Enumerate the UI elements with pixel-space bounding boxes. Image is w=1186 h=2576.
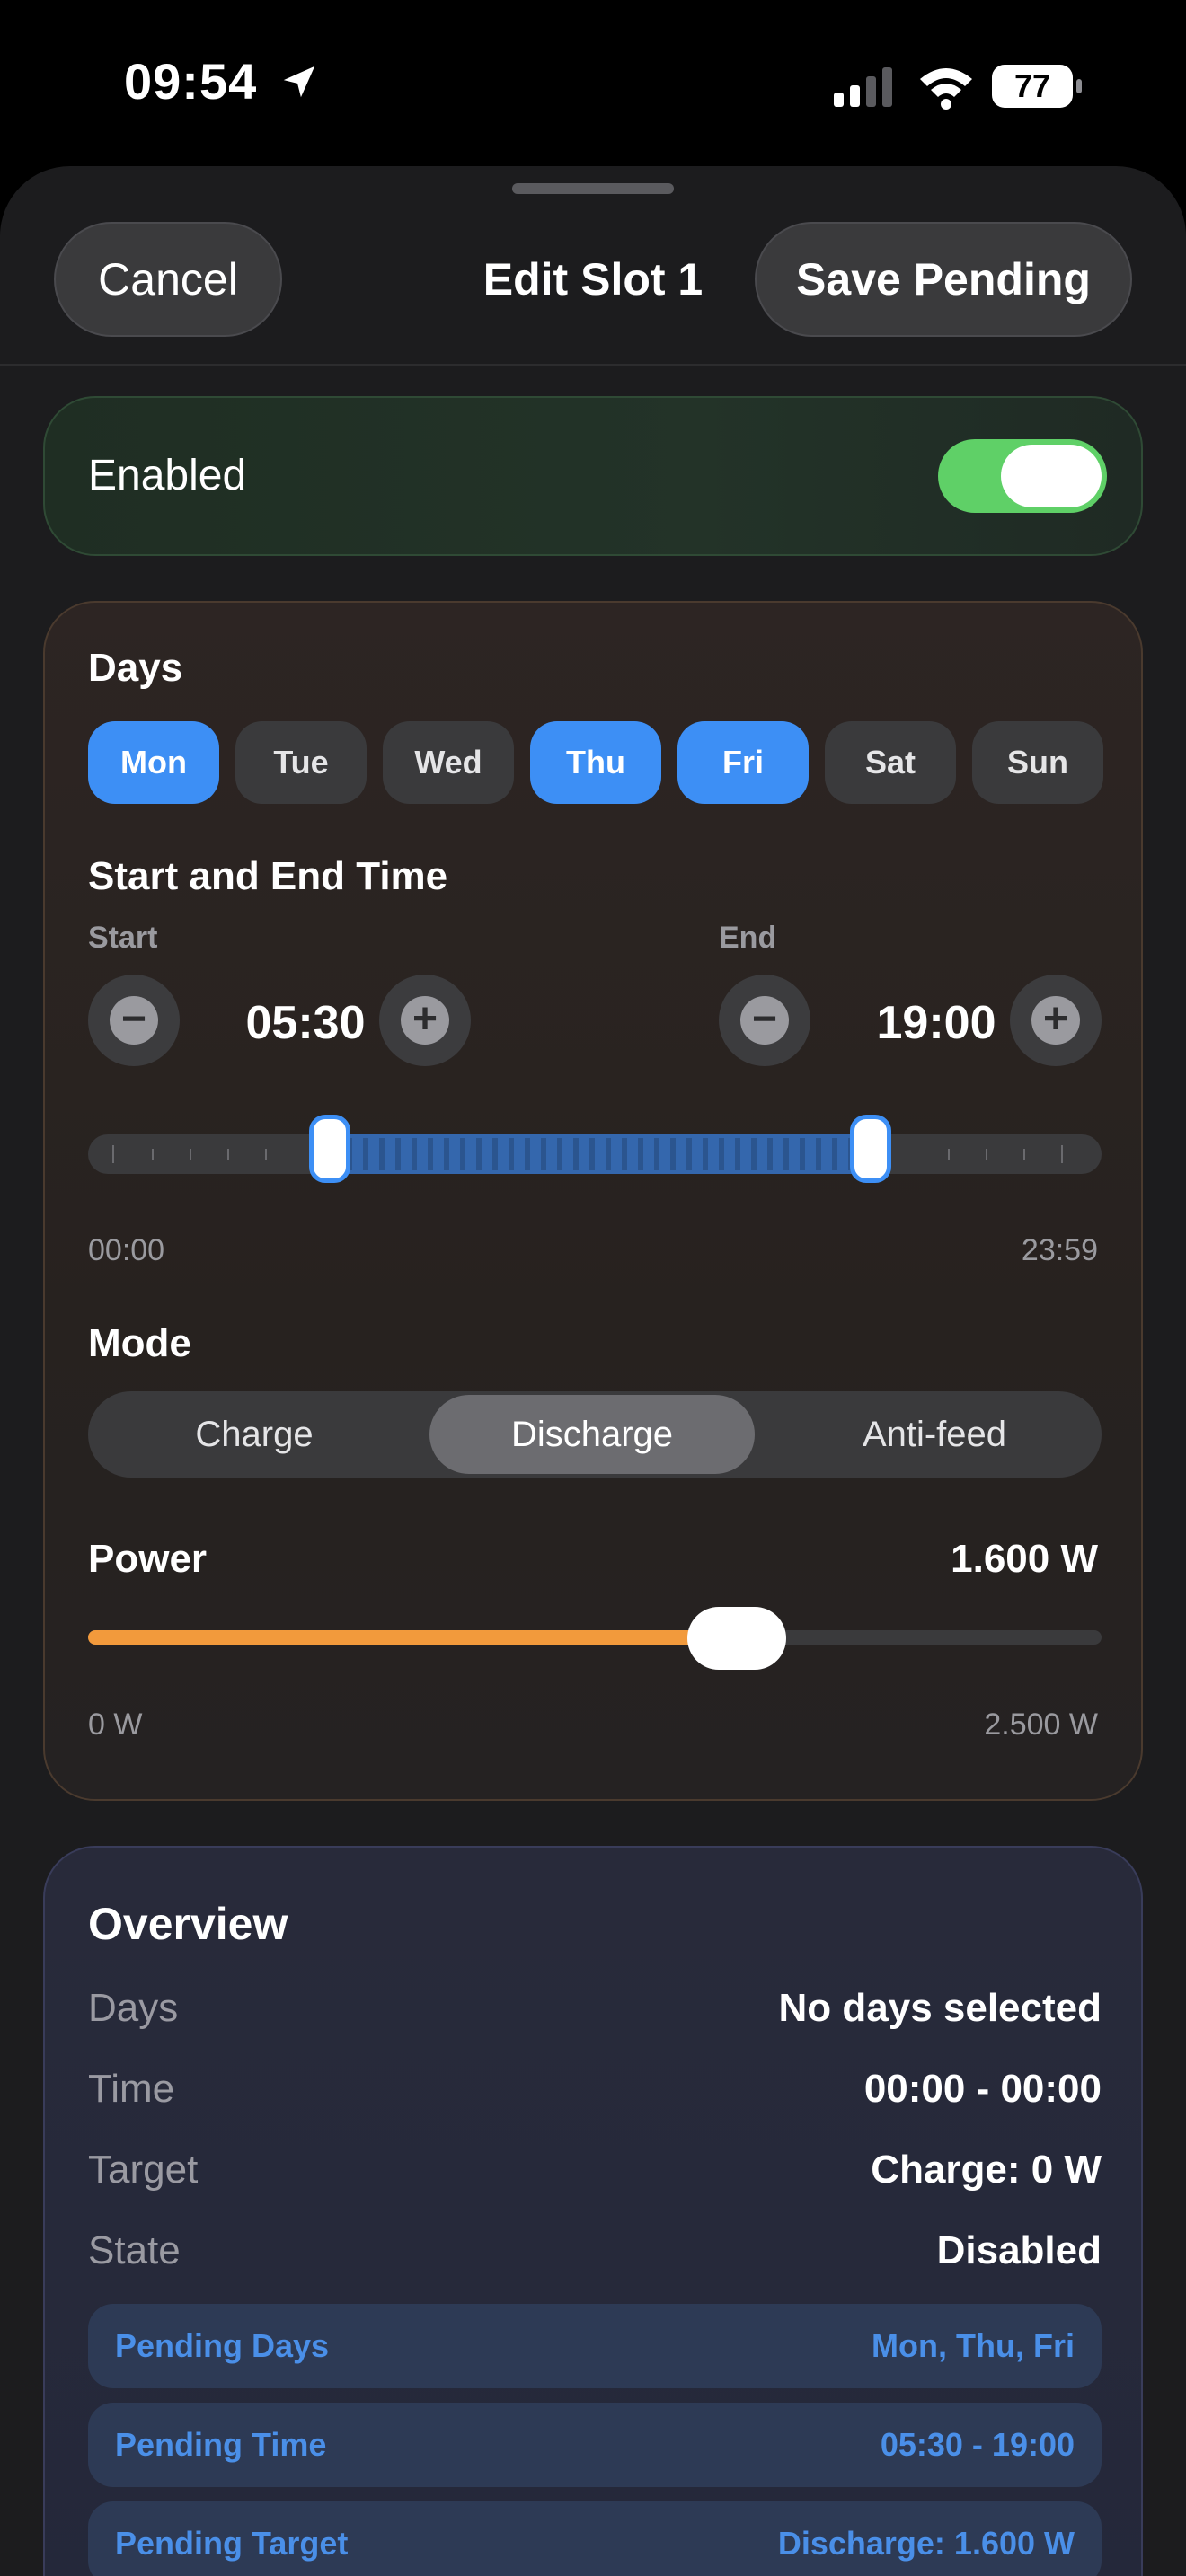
plus-icon: + [1031, 996, 1080, 1045]
day-chip-mon[interactable]: Mon [88, 721, 219, 804]
overview-row-target: Target Charge: 0 W [88, 2148, 1102, 2210]
location-arrow-icon [283, 66, 315, 98]
overview-row-days: Days No days selected [88, 1986, 1102, 2049]
time-range-fill-stripes [314, 1134, 859, 1174]
power-max-label: 2.500 W [984, 1707, 1098, 1742]
power-section-label: Power [88, 1537, 208, 1581]
status-bar: 09:54 77 [0, 0, 1186, 166]
pending-row-target: Pending Target Discharge: 1.600 W [88, 2501, 1102, 2576]
day-chip-sat[interactable]: Sat [825, 721, 956, 804]
day-chip-thu[interactable]: Thu [530, 721, 661, 804]
mode-segmented-control: Charge Discharge Anti-feed [88, 1391, 1102, 1478]
battery-indicator: 77 [992, 65, 1082, 110]
overview-row-time: Time 00:00 - 00:00 [88, 2067, 1102, 2130]
day-chip-wed[interactable]: Wed [383, 721, 514, 804]
minus-icon: − [110, 996, 158, 1045]
power-slider-knob[interactable] [686, 1607, 786, 1670]
overview-title: Overview [88, 1899, 288, 1949]
day-chip-tue[interactable]: Tue [235, 721, 367, 804]
wifi-icon [920, 68, 972, 110]
pending-value: 05:30 - 19:00 [880, 2426, 1075, 2463]
pending-row-days: Pending Days Mon, Thu, Fri [88, 2304, 1102, 2388]
overview-key: Days [88, 1986, 179, 2030]
end-label: End [719, 921, 777, 955]
days-section-label: Days [88, 646, 183, 690]
plus-icon: + [401, 996, 449, 1045]
enabled-label: Enabled [88, 452, 247, 499]
mode-option-discharge[interactable]: Discharge [429, 1395, 755, 1474]
day-chip-sun[interactable]: Sun [972, 721, 1103, 804]
range-max-label: 23:59 [1021, 1233, 1098, 1267]
mode-option-anti-feed[interactable]: Anti-feed [767, 1391, 1102, 1478]
overview-key: State [88, 2228, 181, 2272]
minus-icon: − [740, 996, 789, 1045]
enabled-toggle[interactable] [938, 439, 1107, 513]
overview-card: Overview Days No days selected Time 00:0… [43, 1846, 1143, 2576]
sheet-grabber[interactable] [512, 183, 674, 194]
pending-value: Mon, Thu, Fri [872, 2327, 1075, 2364]
start-time-handle[interactable] [309, 1115, 350, 1183]
time-section-label: Start and End Time [88, 854, 448, 898]
power-value: 1.600 W [951, 1537, 1098, 1581]
overview-key: Target [88, 2148, 199, 2192]
day-chip-fri[interactable]: Fri [677, 721, 809, 804]
cancel-button[interactable]: Cancel [54, 222, 282, 337]
pending-row-time: Pending Time 05:30 - 19:00 [88, 2403, 1102, 2487]
pending-key: Pending Days [115, 2327, 330, 2364]
start-increment-button[interactable]: + [379, 975, 471, 1066]
pending-key: Pending Time [115, 2426, 327, 2463]
edit-slot-sheet: Cancel Edit Slot 1 Save Pending Enabled … [0, 166, 1186, 2576]
save-pending-button[interactable]: Save Pending [755, 222, 1132, 337]
overview-value: Charge: 0 W [871, 2148, 1102, 2192]
overview-key: Time [88, 2067, 175, 2111]
mode-section-label: Mode [88, 1321, 191, 1365]
header-divider [0, 364, 1186, 366]
status-time: 09:54 [124, 53, 258, 110]
battery-tip [1076, 79, 1082, 93]
start-decrement-button[interactable]: − [88, 975, 180, 1066]
overview-value: No days selected [778, 1986, 1102, 2030]
schedule-settings-card: Days Mon Tue Wed Thu Fri Sat Sun Start a… [43, 601, 1143, 1801]
end-time-handle[interactable] [850, 1115, 891, 1183]
cellular-signal-icon [834, 67, 892, 107]
power-min-label: 0 W [88, 1707, 143, 1742]
power-slider-fill [88, 1630, 737, 1645]
mode-option-charge[interactable]: Charge [88, 1391, 420, 1478]
end-time-value: 19:00 [876, 997, 996, 1049]
pending-key: Pending Target [115, 2525, 349, 2562]
overview-row-state: State Disabled [88, 2228, 1102, 2291]
overview-value: Disabled [936, 2228, 1102, 2272]
end-increment-button[interactable]: + [1010, 975, 1102, 1066]
start-time-value: 05:30 [245, 997, 366, 1049]
battery-level: 77 [992, 65, 1073, 108]
toggle-knob [1001, 445, 1102, 507]
range-min-label: 00:00 [88, 1233, 165, 1267]
sheet-title: Edit Slot 1 [482, 254, 704, 304]
time-range-fill [314, 1134, 859, 1174]
start-label: Start [88, 921, 158, 955]
overview-value: 00:00 - 00:00 [863, 2067, 1102, 2111]
pending-value: Discharge: 1.600 W [777, 2525, 1075, 2562]
enabled-card: Enabled [43, 396, 1143, 556]
end-decrement-button[interactable]: − [719, 975, 810, 1066]
